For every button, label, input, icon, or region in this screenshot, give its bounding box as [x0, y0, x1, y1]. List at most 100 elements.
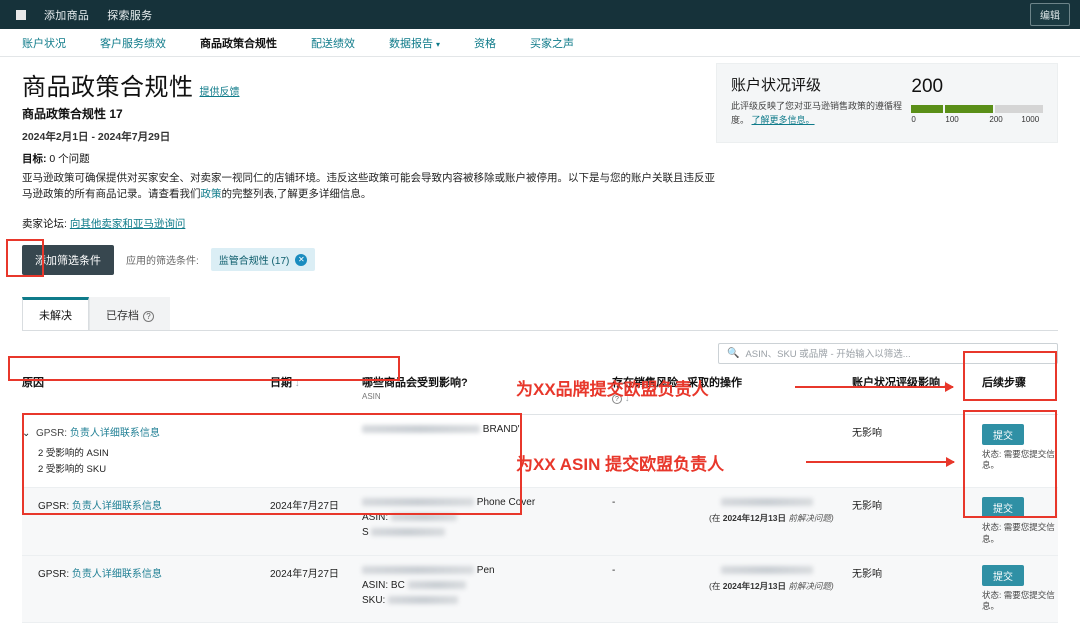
- status-text: 状态: 需要您提交信息。: [982, 590, 1060, 614]
- scale-tick-0: 0: [911, 115, 916, 124]
- annotation-text-asin: 为XX ASIN 提交欧盟负责人: [516, 455, 725, 474]
- seller-forum-link[interactable]: 向其他卖家和亚马逊询问: [70, 218, 186, 230]
- column-header-affected-products-label: 哪些商品会受到影响?: [362, 376, 468, 389]
- goal-label: 目标:: [22, 153, 47, 165]
- tab-archived[interactable]: 已存档?: [89, 296, 170, 330]
- search-icon: 🔍: [727, 347, 740, 359]
- health-card-right: 200 0 100 200 1000: [911, 74, 1043, 132]
- nav-item-eligibility[interactable]: 资格: [474, 35, 496, 51]
- status-text: 状态: 需要您提交信息。: [982, 449, 1060, 473]
- health-card-left: 账户状况评级 此评级反映了您对亚马逊销售政策的遵循程度。 了解更多信息。: [731, 74, 911, 132]
- health-card-learn-more-link[interactable]: 了解更多信息。: [752, 115, 815, 125]
- help-icon[interactable]: ?: [143, 310, 154, 322]
- status-label: 状态:: [982, 448, 1002, 459]
- add-filter-button[interactable]: 添加筛选条件: [22, 244, 114, 275]
- meter-segment-green-2: [945, 105, 994, 113]
- secondary-nav: 账户状况 客户服务绩效 商品政策合规性 配送绩效 数据报告 ▾ 资格 买家之声: [0, 29, 1080, 57]
- cell-sales-risk: -: [612, 555, 687, 623]
- topbar-link-explore-services[interactable]: 探索服务: [107, 7, 152, 23]
- sort-arrow-icon[interactable]: ↓: [295, 378, 300, 388]
- cell-action-taken: (在 2024年12月13日 前解决问题): [687, 487, 852, 556]
- status-label: 状态:: [982, 589, 1002, 600]
- amazon-logo-icon[interactable]: [16, 9, 26, 20]
- product-suffix: Pen: [476, 564, 495, 576]
- cell-date: 2024年7月27日: [270, 555, 362, 623]
- cell-health-impact: 无影响: [852, 414, 982, 488]
- column-header-next-steps[interactable]: 后续步骤: [982, 373, 1058, 415]
- column-header-reason[interactable]: 原因: [22, 373, 270, 415]
- cell-reason: GPSR: 负责人详细联系信息: [22, 555, 270, 623]
- seller-forum-row: 卖家论坛: 向其他卖家和亚马逊询问: [22, 216, 1058, 231]
- cell-next-steps: 提交 状态: 需要您提交信息。: [982, 487, 1060, 556]
- search-row: 🔍 ASIN、SKU 或品牌 - 开始输入以筛选...: [0, 331, 1080, 364]
- health-score-meter: [911, 105, 1043, 113]
- nav-item-shipping-performance[interactable]: 配送绩效: [311, 35, 355, 51]
- seller-forum-label: 卖家论坛:: [22, 217, 67, 230]
- product-sku-label: SKU:: [362, 594, 386, 606]
- policy-link[interactable]: 政策: [201, 188, 222, 200]
- redacted-sku: [371, 528, 446, 537]
- filter-chip-regulatory-compliance[interactable]: 监管合规性 (17) ✕: [210, 248, 316, 272]
- applied-filters-label: 应用的筛选条件:: [126, 256, 199, 268]
- table-row[interactable]: GPSR: 负责人详细联系信息 2024年7月27日 Pen ASIN: BC …: [22, 555, 1058, 623]
- redacted-action-text: [721, 565, 813, 574]
- cell-action-taken: (在 2024年12月13日 前解决问题): [687, 555, 852, 623]
- affected-asin-count: 2 受影响的 ASIN: [38, 447, 109, 459]
- column-header-date-label: 日期: [270, 376, 292, 389]
- edit-button[interactable]: 编辑: [1030, 3, 1070, 26]
- chevron-down-icon: ▾: [436, 39, 441, 49]
- cell-reason: ⌄ GPSR: 负责人详细联系信息 2 受影响的 ASIN 2 受影响的 SKU: [22, 414, 270, 488]
- redacted-action-text: [721, 498, 813, 507]
- submit-button[interactable]: 提交: [982, 496, 1024, 518]
- health-score-value: 200: [911, 76, 944, 97]
- deadline-suffix: 前解决问题): [788, 580, 834, 591]
- nav-item-customer-service[interactable]: 客户服务绩效: [100, 35, 166, 51]
- product-asin-label: ASIN:: [362, 511, 389, 523]
- product-suffix: Phone Cover: [476, 496, 536, 508]
- health-card-title: 账户状况评级: [731, 77, 822, 94]
- submit-button[interactable]: 提交: [982, 564, 1024, 586]
- cell-sales-risk: -: [612, 487, 687, 556]
- goal-row: 目标: 0 个问题: [22, 151, 1058, 166]
- reason-value[interactable]: 负责人详细联系信息: [72, 501, 162, 512]
- search-box[interactable]: 🔍 ASIN、SKU 或品牌 - 开始输入以筛选...: [718, 342, 1058, 364]
- scale-tick-200: 200: [989, 115, 1003, 124]
- status-text: 状态: 需要您提交信息。: [982, 522, 1060, 546]
- topbar-link-add-product[interactable]: 添加商品: [44, 7, 89, 23]
- search-input-placeholder[interactable]: ASIN、SKU 或品牌 - 开始输入以筛选...: [745, 346, 910, 360]
- redacted-product-name: [362, 565, 474, 574]
- cell-health-impact: 无影响: [852, 555, 982, 623]
- column-header-date[interactable]: 日期 ↓: [270, 373, 362, 415]
- cell-reason: GPSR: 负责人详细联系信息: [22, 487, 270, 556]
- affected-sku-count: 2 受影响的 SKU: [38, 463, 107, 475]
- expand-chevron-icon[interactable]: ⌄: [22, 428, 30, 439]
- account-health-rating-card: 账户状况评级 此评级反映了您对亚马逊销售政策的遵循程度。 了解更多信息。 200…: [716, 63, 1058, 143]
- nav-item-product-policy-compliance[interactable]: 商品政策合规性: [200, 35, 277, 51]
- deadline-date: 2024年12月13日: [722, 512, 787, 523]
- deadline-prefix: (在: [709, 580, 721, 591]
- close-icon[interactable]: ✕: [295, 253, 308, 266]
- nav-item-data-reports[interactable]: 数据报告 ▾: [389, 35, 440, 51]
- nav-item-account-health[interactable]: 账户状况: [22, 35, 66, 51]
- product-asin-label: ASIN: BC: [362, 579, 405, 591]
- column-header-next-steps-label: 后续步骤: [982, 376, 1026, 389]
- cell-health-impact: 无影响: [852, 487, 982, 556]
- reason-value[interactable]: 负责人详细联系信息: [70, 428, 160, 439]
- filter-row: 添加筛选条件 应用的筛选条件: 监管合规性 (17) ✕: [22, 244, 1058, 275]
- health-card-description: 此评级反映了您对亚马逊销售政策的遵循程度。 了解更多信息。: [731, 100, 911, 127]
- tab-unresolved[interactable]: 未解决: [22, 296, 89, 330]
- redacted-asin: [407, 580, 466, 589]
- column-header-action-taken[interactable]: 采取的操作: [687, 373, 852, 415]
- tab-bar: 未解决 已存档?: [22, 296, 1058, 331]
- submit-button[interactable]: 提交: [982, 423, 1024, 445]
- reason-value[interactable]: 负责人详细联系信息: [72, 569, 162, 580]
- column-header-reason-label: 原因: [22, 376, 44, 389]
- provide-feedback-link[interactable]: 提供反馈: [200, 83, 240, 98]
- redacted-sku: [388, 595, 459, 604]
- annotation-text-brand: 为XX品牌提交欧盟负责人: [516, 380, 709, 399]
- reason-key: GPSR:: [38, 500, 70, 512]
- table-row[interactable]: GPSR: 负责人详细联系信息 2024年7月27日 Phone Cover A…: [22, 487, 1060, 556]
- meter-segment-gray: [995, 105, 1043, 113]
- nav-item-voice-of-buyer[interactable]: 买家之声: [530, 35, 574, 51]
- column-header-health-impact[interactable]: 账户状况评级影响↓: [852, 373, 982, 415]
